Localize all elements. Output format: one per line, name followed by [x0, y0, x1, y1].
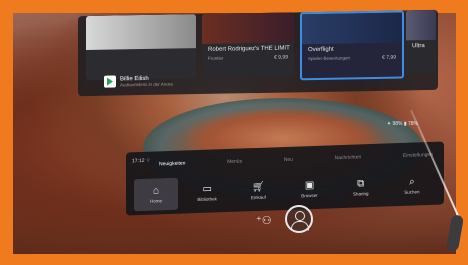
sharing-button[interactable]: ⧉ Sharing: [339, 171, 383, 205]
sharing-label: Sharing: [352, 191, 369, 197]
tab-menus[interactable]: Menüs: [224, 156, 245, 167]
store-card-image: [86, 14, 196, 51]
avatar[interactable]: [285, 205, 313, 233]
menu-tabs: Neuigkeiten Menüs Neu Nachrichten Einste…: [156, 150, 436, 170]
browser-label: Browser: [301, 192, 318, 199]
store-card-image: [406, 9, 436, 41]
store-card-price: € 7,99: [382, 54, 396, 61]
status-bar: ✦ 98% ▮ 78%: [132, 121, 442, 131]
home-icon: ⌂: [152, 185, 160, 197]
home-label: Home: [149, 198, 162, 204]
store-card-3-selected[interactable]: Overflight Spieler-Bewertungen € 7,99: [300, 10, 404, 81]
store-card-title: Robert Rodriguez's THE LIMIT: [208, 45, 290, 53]
store-card-price: € 9,99: [274, 54, 288, 61]
store-card-2[interactable]: Robert Rodriguez's THE LIMIT Frontier € …: [202, 12, 294, 78]
tab-neuigkeiten[interactable]: Neuigkeiten: [156, 158, 188, 169]
home-button[interactable]: ⌂ Home: [134, 177, 178, 212]
library-icon: ▭: [202, 183, 212, 195]
browser-button[interactable]: ▣ Browser: [288, 172, 332, 206]
search-label: Suchen: [404, 189, 420, 195]
store-card-image: [302, 12, 402, 45]
store-card-subtitle: Frontier: [208, 55, 224, 61]
library-label: Bibliothek: [197, 196, 217, 203]
search-button[interactable]: ⌕ Suchen: [390, 169, 434, 203]
cart-icon: 🛒︎: [252, 181, 265, 194]
app-entry[interactable]: Billie Eilish Audioerlebnis in der Arena: [104, 74, 173, 88]
universal-menu-bar: 17:12 ⌔ Neuigkeiten Menüs Neu Nachrichte…: [126, 141, 444, 216]
battery-status: ✦ 98% ▮ 78%: [386, 121, 418, 127]
app-subtitle: Audioerlebnis in der Arena: [120, 80, 173, 87]
add-friend-icon[interactable]: ⁺⚇: [256, 214, 272, 227]
store-card-4[interactable]: Ultra: [406, 9, 436, 75]
store-panel: Robert Rodriguez's THE LIMIT Frontier € …: [78, 9, 438, 97]
store-card-image: [202, 12, 294, 44]
store-button[interactable]: 🛒︎ Einkauf: [236, 174, 280, 208]
search-icon: ⌕: [409, 176, 415, 188]
sharing-icon: ⧉: [357, 178, 365, 190]
play-store-icon: [104, 75, 116, 88]
clock: 17:12 ⌔: [132, 157, 151, 165]
store-card-1[interactable]: [86, 14, 196, 81]
menu-buttons: ⌂ Home ▭ Bibliothek 🛒︎ Einkauf ▣ Browser…: [134, 169, 434, 212]
store-label: Einkauf: [250, 194, 266, 201]
store-card-title: Ultra: [412, 43, 425, 50]
tab-neu[interactable]: Neu: [281, 155, 296, 166]
library-button[interactable]: ▭ Bibliothek: [185, 176, 229, 210]
tab-nachrichten[interactable]: Nachrichten: [332, 152, 365, 163]
store-card-title: Overflight: [308, 46, 334, 54]
store-card-subtitle: Spieler-Bewertungen: [308, 55, 351, 62]
browser-icon: ▣: [304, 179, 315, 192]
